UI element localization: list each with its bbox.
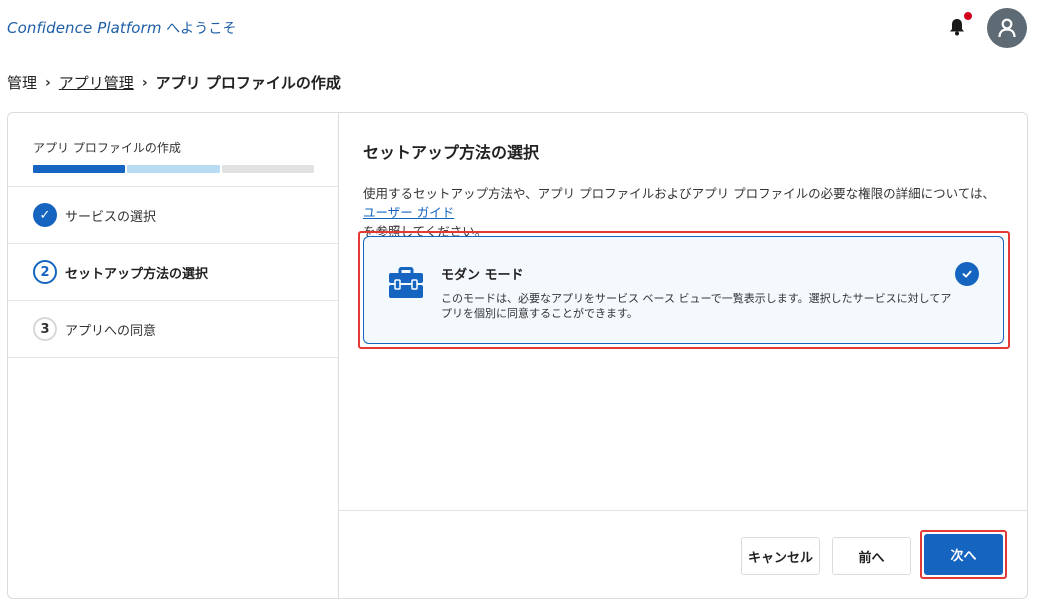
notification-bell-icon[interactable] <box>946 16 968 38</box>
breadcrumb-current: アプリ プロファイルの作成 <box>155 74 341 92</box>
app-title-welcome: へようこそ <box>161 21 237 37</box>
app-title-brand: Confidence Platform <box>7 19 162 37</box>
breadcrumb-app-management[interactable]: アプリ管理 <box>59 72 134 93</box>
progress-segment-pending <box>221 165 314 173</box>
progress-segment-complete <box>33 165 126 173</box>
step-label: セットアップ方法の選択 <box>65 266 209 282</box>
user-guide-link[interactable]: ユーザー ガイド <box>363 205 454 220</box>
mode-description: このモードは、必要なアプリをサービス ベース ビューで一覧表示します。選択したサ… <box>441 292 952 320</box>
mode-title: モダン モード <box>441 268 524 283</box>
cancel-button[interactable]: キャンセル <box>741 537 820 575</box>
notification-dot <box>964 12 972 20</box>
app-title: Confidence Platform へようこそ <box>7 18 237 38</box>
progress-title: アプリ プロファイルの作成 <box>33 141 181 155</box>
toolbox-icon <box>388 267 424 303</box>
selected-check-icon <box>955 262 979 286</box>
step-service-selection[interactable]: ✓ サービスの選択 <box>8 187 338 244</box>
wizard-sidebar: アプリ プロファイルの作成 ✓ サービスの選択 2 セットアップ方法の選択 3 … <box>8 113 339 598</box>
progress-segment-active <box>127 165 220 173</box>
step-number: 3 <box>33 317 57 341</box>
chevron-right-icon: › <box>141 74 148 91</box>
step-number: 2 <box>33 260 57 284</box>
wizard-card: アプリ プロファイルの作成 ✓ サービスの選択 2 セットアップ方法の選択 3 … <box>7 112 1028 599</box>
step-app-consent[interactable]: 3 アプリへの同意 <box>8 301 338 358</box>
step-label: サービスの選択 <box>65 209 157 225</box>
breadcrumb: 管理 › アプリ管理 › アプリ プロファイルの作成 <box>7 72 341 93</box>
user-avatar-icon[interactable] <box>987 8 1027 48</box>
step-setup-method[interactable]: 2 セットアップ方法の選択 <box>8 244 338 301</box>
footer-divider <box>339 510 1027 511</box>
breadcrumb-admin[interactable]: 管理 <box>7 72 37 93</box>
previous-button[interactable]: 前へ <box>832 537 911 575</box>
section-title: セットアップ方法の選択 <box>363 143 540 162</box>
step-done-check-icon: ✓ <box>33 203 57 227</box>
progress-bar <box>33 165 314 173</box>
chevron-right-icon: › <box>45 74 51 91</box>
step-label: アプリへの同意 <box>65 323 157 339</box>
progress-block: アプリ プロファイルの作成 <box>8 113 338 187</box>
wizard-content: セットアップ方法の選択 使用するセットアップ方法や、アプリ プロファイルおよびア… <box>339 113 1027 598</box>
next-button[interactable]: 次へ <box>924 534 1003 575</box>
description-text: 使用するセットアップ方法や、アプリ プロファイルおよびアプリ プロファイルの必要… <box>363 186 995 201</box>
modern-mode-option[interactable]: モダン モード このモードは、必要なアプリをサービス ベース ビューで一覧表示し… <box>363 236 1004 344</box>
